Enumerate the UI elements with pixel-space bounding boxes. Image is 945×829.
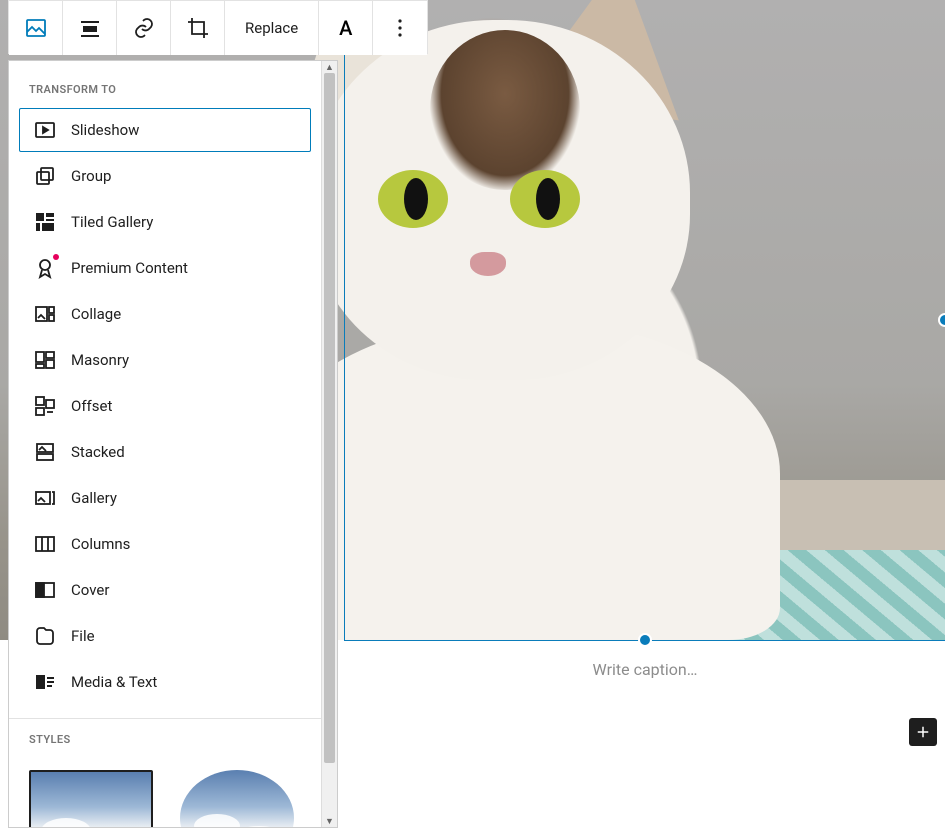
block-type-button[interactable] — [9, 1, 63, 55]
transform-item-label: Group — [71, 167, 111, 185]
transform-item-premium-content[interactable]: Premium Content — [19, 246, 311, 290]
align-button[interactable] — [63, 1, 117, 55]
transform-item-label: Masonry — [71, 351, 129, 369]
gallery-icon — [33, 486, 57, 510]
cat-eye-right — [510, 170, 580, 228]
transform-item-media-text[interactable]: Media & Text — [19, 660, 311, 704]
scrollbar-thumb[interactable] — [324, 73, 335, 763]
text-overlay-button[interactable]: A — [319, 1, 373, 55]
cat-nose-shape — [470, 252, 506, 276]
transform-item-label: Slideshow — [71, 121, 139, 139]
transform-item-label: Premium Content — [71, 259, 188, 277]
letter-a-icon: A — [339, 16, 352, 40]
media-text-icon — [33, 670, 57, 694]
scrollbar[interactable]: ▲ ▼ — [321, 61, 337, 827]
transform-item-masonry[interactable]: Masonry — [19, 338, 311, 382]
plus-icon — [914, 723, 932, 741]
dots-vertical-icon — [388, 16, 412, 40]
masonry-icon — [33, 348, 57, 372]
transform-item-stacked[interactable]: Stacked — [19, 430, 311, 474]
transform-item-collage[interactable]: Collage — [19, 292, 311, 336]
collage-icon — [33, 302, 57, 326]
more-options-button[interactable] — [373, 1, 427, 55]
slideshow-icon — [33, 118, 57, 142]
transform-item-label: Cover — [71, 581, 109, 599]
offset-icon — [33, 394, 57, 418]
link-button[interactable] — [117, 1, 171, 55]
cat-patch-shape — [430, 30, 580, 190]
crop-icon — [186, 16, 210, 40]
group-icon — [33, 164, 57, 188]
transform-item-label: Columns — [71, 535, 130, 553]
scroll-down-arrow[interactable]: ▼ — [322, 815, 337, 827]
replace-button[interactable]: Replace — [225, 1, 319, 55]
file-icon — [33, 624, 57, 648]
columns-icon — [33, 532, 57, 556]
transform-item-gallery[interactable]: Gallery — [19, 476, 311, 520]
style-thumb-default[interactable] — [29, 770, 153, 827]
transform-heading: TRANSFORM TO — [9, 69, 321, 106]
transform-item-slideshow[interactable]: Slideshow — [19, 108, 311, 152]
premium-content-icon — [33, 256, 57, 280]
tiled-gallery-icon — [33, 210, 57, 234]
transform-item-label: Gallery — [71, 489, 117, 507]
transform-item-label: File — [71, 627, 95, 645]
styles-heading: STYLES — [9, 719, 321, 756]
link-icon — [132, 16, 156, 40]
transform-item-label: Collage — [71, 305, 121, 323]
transform-item-group[interactable]: Group — [19, 154, 311, 198]
styles-row — [9, 756, 321, 827]
transform-item-file[interactable]: File — [19, 614, 311, 658]
stacked-icon — [33, 440, 57, 464]
block-toolbar: Replace A — [8, 0, 428, 54]
transform-item-label: Tiled Gallery — [71, 213, 153, 231]
transform-dropdown: TRANSFORM TO Slideshow Group Tiled Galle… — [8, 60, 338, 828]
caption-input[interactable]: Write caption… — [345, 650, 945, 689]
style-thumb-rounded[interactable] — [175, 770, 299, 827]
transform-item-label: Stacked — [71, 443, 125, 461]
add-block-button[interactable] — [909, 718, 937, 746]
transform-item-tiled-gallery[interactable]: Tiled Gallery — [19, 200, 311, 244]
crop-button[interactable] — [171, 1, 225, 55]
transform-item-offset[interactable]: Offset — [19, 384, 311, 428]
dropdown-scroll-area[interactable]: TRANSFORM TO Slideshow Group Tiled Galle… — [9, 61, 321, 827]
transform-item-cover[interactable]: Cover — [19, 568, 311, 612]
align-icon — [78, 16, 102, 40]
image-icon — [24, 16, 48, 40]
transform-item-label: Media & Text — [71, 673, 157, 691]
transform-item-label: Offset — [71, 397, 112, 415]
cat-eye-left — [378, 170, 448, 228]
transform-item-columns[interactable]: Columns — [19, 522, 311, 566]
scroll-up-arrow[interactable]: ▲ — [322, 61, 337, 73]
cover-icon — [33, 578, 57, 602]
